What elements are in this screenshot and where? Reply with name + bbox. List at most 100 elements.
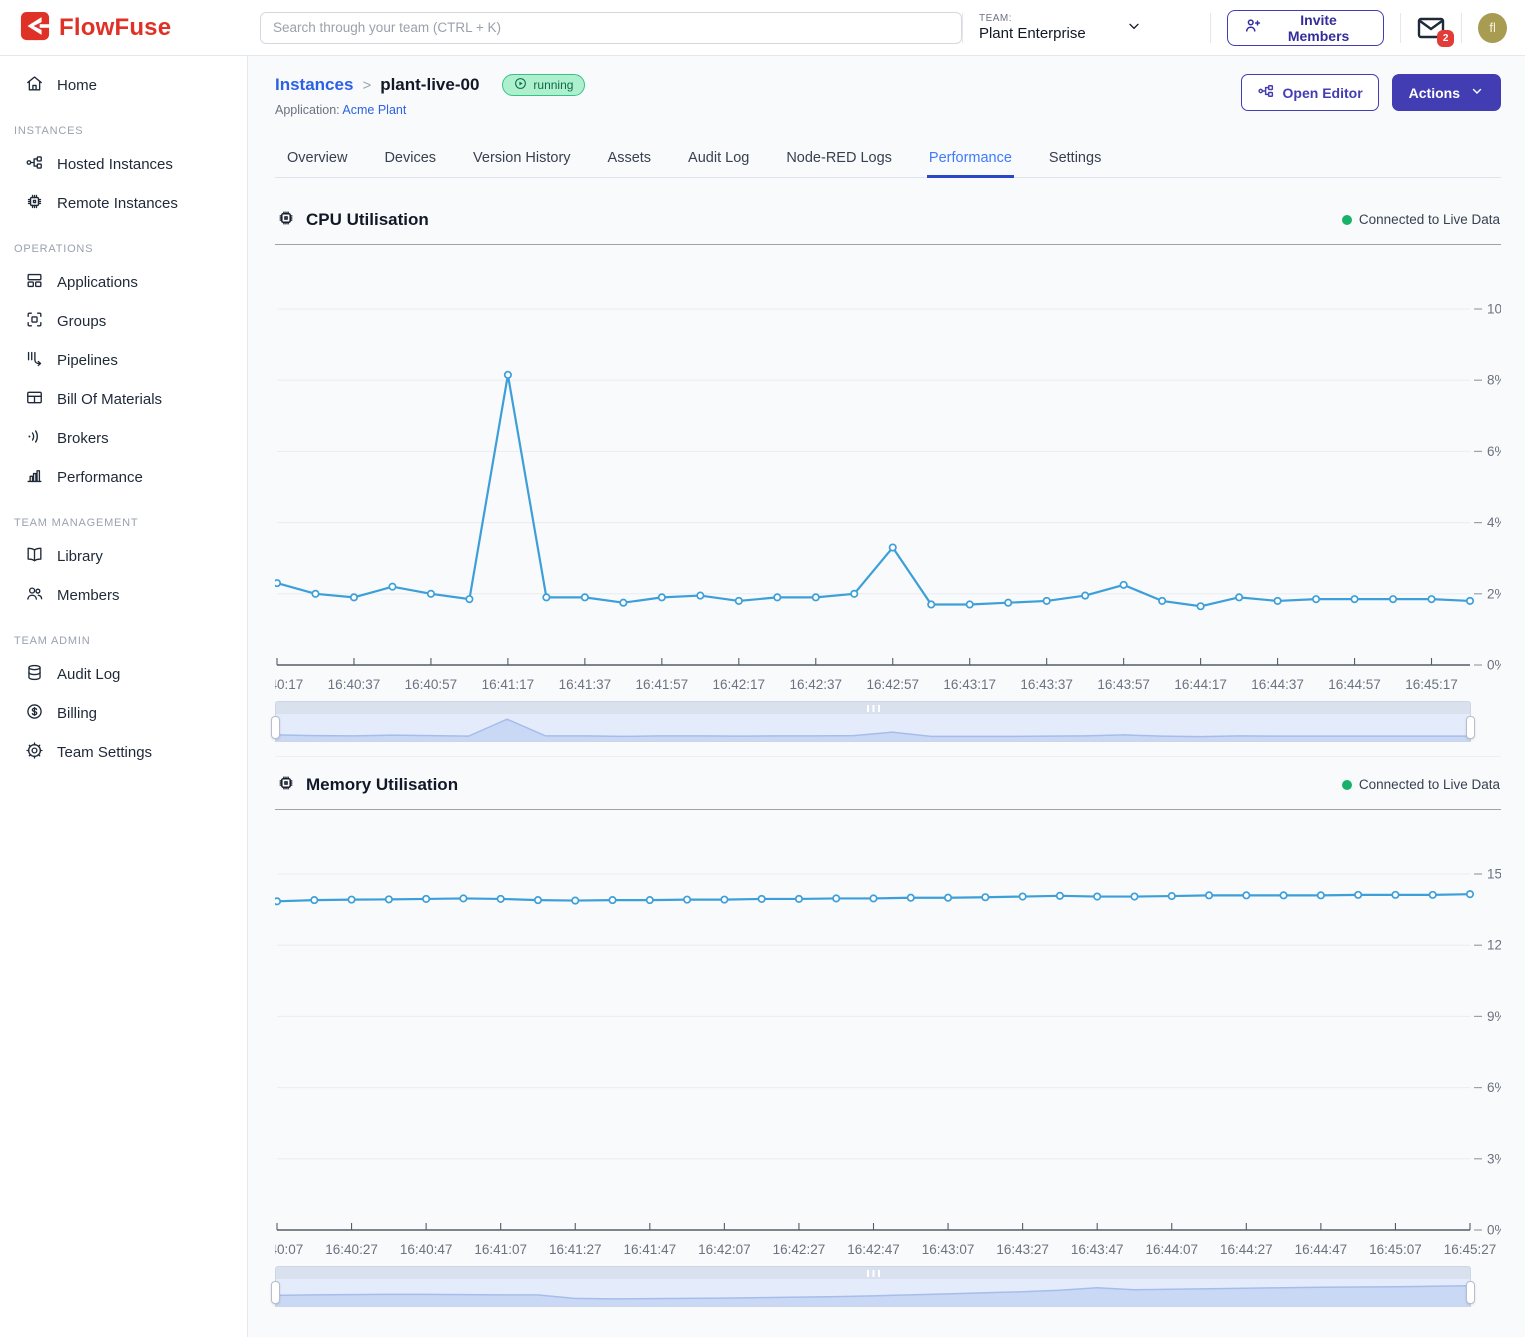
tab-version-history[interactable]: Version History — [471, 141, 573, 177]
tab-performance[interactable]: Performance — [927, 141, 1014, 178]
sidebar-item-groups[interactable]: Groups — [0, 302, 247, 341]
flowfuse-logo[interactable]: FlowFuse — [0, 11, 248, 44]
memory-scrubber[interactable] — [275, 1266, 1471, 1307]
team-label: TEAM: — [979, 13, 1086, 24]
tab-settings[interactable]: Settings — [1047, 141, 1103, 177]
header-divider — [1400, 13, 1401, 43]
sidebar-item-billing[interactable]: Billing — [0, 694, 247, 733]
svg-text:16:42:07: 16:42:07 — [698, 1242, 751, 1257]
sidebar-item-audit-log[interactable]: Audit Log — [0, 655, 247, 694]
sidebar-item-applications[interactable]: Applications — [0, 263, 247, 302]
svg-text:16:42:17: 16:42:17 — [713, 677, 766, 692]
play-circle-icon — [514, 77, 527, 93]
svg-text:16:44:27: 16:44:27 — [1220, 1242, 1273, 1257]
svg-text:16:43:37: 16:43:37 — [1020, 677, 1073, 692]
sidebar-item-label: Library — [57, 548, 103, 565]
cpu-scrubber-left-handle[interactable] — [271, 716, 280, 739]
tab-devices[interactable]: Devices — [382, 141, 438, 177]
sidebar-section-label: OPERATIONS — [0, 223, 247, 263]
memory-scrubber-track[interactable] — [275, 1279, 1471, 1307]
application-link[interactable]: Acme Plant — [342, 103, 406, 117]
svg-text:0%: 0% — [1487, 1223, 1501, 1238]
team-name: Plant Enterprise — [979, 25, 1086, 42]
section-divider — [275, 809, 1501, 810]
sidebar-section-label: INSTANCES — [0, 105, 247, 145]
status-badge: running — [502, 74, 585, 96]
sidebar-item-label: Pipelines — [57, 352, 118, 369]
cpu-scrubber-drag-bar[interactable] — [275, 701, 1471, 714]
memory-scrubber-left-handle[interactable] — [271, 1281, 280, 1304]
sidebar-item-performance[interactable]: Performance — [0, 458, 247, 497]
performance-icon — [25, 466, 44, 489]
svg-text:9%: 9% — [1487, 1009, 1501, 1024]
notification-badge: 2 — [1437, 30, 1454, 47]
open-editor-button[interactable]: Open Editor — [1241, 74, 1379, 111]
sidebar-item-hosted-instances[interactable]: Hosted Instances — [0, 145, 247, 184]
cpu-scrubber[interactable] — [275, 701, 1471, 742]
section-title: Memory Utilisation — [306, 775, 458, 795]
sidebar-item-library[interactable]: Library — [0, 537, 247, 576]
sidebar-item-home[interactable]: Home — [0, 66, 247, 105]
svg-text:16:41:37: 16:41:37 — [559, 677, 612, 692]
svg-text:16:42:27: 16:42:27 — [773, 1242, 826, 1257]
tab-assets[interactable]: Assets — [606, 141, 654, 177]
svg-text:16:40:57: 16:40:57 — [405, 677, 458, 692]
svg-text:2%: 2% — [1487, 586, 1501, 601]
logo-wordmark: FlowFuse — [59, 14, 171, 42]
sidebar-item-label: Audit Log — [57, 666, 120, 683]
application-label: Application: — [275, 103, 340, 117]
sidebar-item-pipelines[interactable]: Pipelines — [0, 341, 247, 380]
cpu-scrubber-track[interactable] — [275, 714, 1471, 742]
search-input[interactable] — [260, 12, 962, 44]
application-line: Application: Acme Plant — [275, 103, 585, 117]
invite-members-button[interactable]: Invite Members — [1227, 10, 1384, 46]
live-dot-icon — [1342, 780, 1352, 790]
svg-text:16:43:07: 16:43:07 — [922, 1242, 975, 1257]
sidebar-item-label: Team Settings — [57, 744, 152, 761]
chip-icon — [276, 773, 296, 796]
home-icon — [25, 74, 44, 97]
tab-audit-log[interactable]: Audit Log — [686, 141, 751, 177]
live-status-label: Connected to Live Data — [1359, 212, 1500, 227]
svg-text:3%: 3% — [1487, 1151, 1501, 1166]
sidebar-item-label: Hosted Instances — [57, 156, 173, 173]
memory-scrubber-minimap — [276, 1279, 1470, 1306]
sidebar-item-team-settings[interactable]: Team Settings — [0, 733, 247, 772]
avatar[interactable]: fl — [1478, 13, 1507, 43]
memory-scrubber-right-handle[interactable] — [1466, 1281, 1475, 1304]
memory-utilisation-chart[interactable]: 0%3%6%9%12%15%16:40:0716:40:2716:40:4716… — [275, 812, 1501, 1262]
tab-overview[interactable]: Overview — [285, 141, 349, 177]
svg-text:16:41:07: 16:41:07 — [474, 1242, 527, 1257]
svg-text:6%: 6% — [1487, 444, 1501, 459]
grip-icon — [867, 705, 880, 712]
sidebar-section-label: TEAM ADMIN — [0, 615, 247, 655]
notifications-button[interactable]: 2 — [1417, 17, 1445, 39]
breadcrumb: Instances > plant-live-00 running — [275, 74, 585, 96]
sidebar-item-bill-of-materials[interactable]: Bill Of Materials — [0, 380, 247, 419]
groups-icon — [25, 310, 44, 333]
members-icon — [25, 584, 44, 607]
svg-text:16:41:47: 16:41:47 — [624, 1242, 677, 1257]
svg-text:16:45:17: 16:45:17 — [1405, 677, 1458, 692]
open-editor-label: Open Editor — [1283, 85, 1363, 101]
svg-text:0%: 0% — [1487, 658, 1501, 673]
cpu-utilisation-chart[interactable]: 0%2%4%6%8%10%16:40:1716:40:3716:40:5716:… — [275, 247, 1501, 697]
section-divider — [275, 244, 1501, 245]
brokers-icon — [25, 427, 44, 450]
sidebar-item-remote-instances[interactable]: Remote Instances — [0, 184, 247, 223]
sidebar-item-brokers[interactable]: Brokers — [0, 419, 247, 458]
sidebar-item-members[interactable]: Members — [0, 576, 247, 615]
team-selector[interactable]: TEAM: Plant Enterprise — [979, 13, 1194, 42]
actions-button[interactable]: Actions — [1392, 74, 1501, 111]
tab-node-red-logs[interactable]: Node-RED Logs — [784, 141, 894, 177]
live-status: Connected to Live Data — [1342, 212, 1500, 227]
sidebar-item-label: Applications — [57, 274, 138, 291]
svg-text:16:42:37: 16:42:37 — [789, 677, 842, 692]
section-title: CPU Utilisation — [306, 210, 429, 230]
cpu-scrubber-right-handle[interactable] — [1466, 716, 1475, 739]
applications-icon — [25, 271, 44, 294]
svg-text:16:45:27: 16:45:27 — [1444, 1242, 1497, 1257]
editor-nodes-icon — [1257, 82, 1275, 103]
breadcrumb-instances-link[interactable]: Instances — [275, 75, 353, 95]
memory-scrubber-drag-bar[interactable] — [275, 1266, 1471, 1279]
